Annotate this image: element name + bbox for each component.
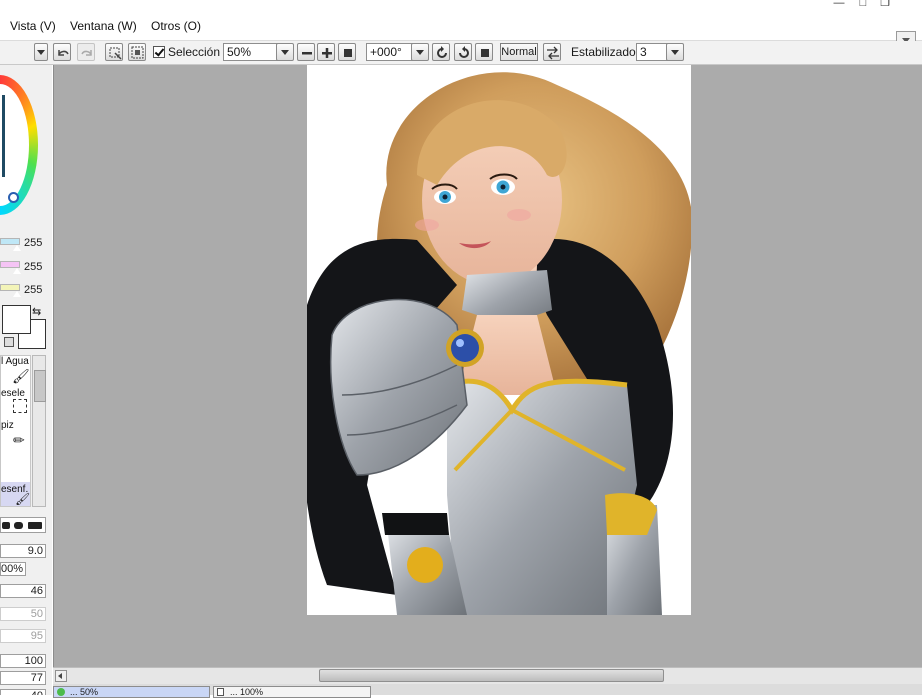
brush-shape-selector[interactable] bbox=[0, 517, 46, 533]
rotate-right-icon bbox=[459, 46, 469, 58]
tool-list-scrollbar[interactable] bbox=[32, 355, 46, 507]
blend-mode-button[interactable]: Normal bbox=[500, 43, 538, 61]
color-wheel[interactable] bbox=[0, 75, 38, 215]
zoom-reset-icon bbox=[344, 49, 352, 57]
horizontal-scroll-thumb[interactable] bbox=[319, 669, 664, 682]
chevron-down-icon bbox=[281, 50, 289, 55]
deselect-button[interactable] bbox=[105, 43, 123, 61]
color-slider-1-value: 255 bbox=[24, 237, 43, 249]
tool-desenfocar-selected[interactable]: esenf. 🖌 bbox=[1, 482, 30, 506]
flip-button[interactable] bbox=[543, 43, 561, 61]
brush-shapes-icon bbox=[2, 522, 42, 529]
color-slider-3-value: 255 bbox=[24, 284, 43, 296]
rotate-reset-icon bbox=[481, 49, 489, 57]
chevron-left-icon bbox=[58, 673, 62, 679]
zoom-field[interactable]: 50% bbox=[223, 43, 280, 61]
color-slider-1[interactable] bbox=[0, 238, 20, 245]
zoom-reset-button[interactable] bbox=[338, 43, 356, 61]
chevron-down-icon bbox=[671, 50, 679, 55]
selection-eraser-icon bbox=[13, 399, 27, 413]
tool-lapiz[interactable]: piz bbox=[1, 420, 14, 431]
tool-acuarela[interactable]: l Agua bbox=[1, 356, 29, 367]
restore-icon[interactable]: ❐ bbox=[878, 0, 892, 9]
pencil-icon: ✏ bbox=[13, 432, 25, 448]
rotate-right-button[interactable] bbox=[454, 43, 472, 61]
document-tab-1[interactable]: ... 50% bbox=[53, 686, 210, 698]
brush-value-1[interactable]: 46 bbox=[0, 584, 46, 598]
color-slider-3[interactable] bbox=[0, 284, 20, 291]
invert-selection-button[interactable] bbox=[128, 43, 146, 61]
redo-icon bbox=[81, 50, 92, 56]
scroll-left-button[interactable] bbox=[55, 670, 67, 682]
menu-bar: Vista (V) Ventana (W) Otros (O) bbox=[0, 14, 922, 50]
stabilizer-field[interactable]: 3 bbox=[636, 43, 670, 61]
brush-value-4[interactable]: 100 bbox=[0, 654, 46, 668]
brush-icon: 🖌 bbox=[12, 368, 30, 384]
stabilizer-label: Estabilizador bbox=[571, 45, 640, 59]
maximize-icon[interactable]: □ bbox=[856, 0, 870, 9]
invert-selection-icon bbox=[131, 46, 144, 59]
rotate-reset-button[interactable] bbox=[475, 43, 493, 61]
zoom-out-button[interactable] bbox=[297, 43, 315, 61]
canvas-artwork[interactable] bbox=[307, 65, 691, 615]
undo-button[interactable] bbox=[53, 43, 71, 61]
brush-density-field[interactable]: 00% bbox=[0, 562, 26, 576]
deselect-icon bbox=[109, 47, 122, 60]
hue-marker[interactable] bbox=[8, 192, 19, 203]
document-tab-2[interactable]: ... 100% bbox=[213, 686, 371, 698]
rotation-field[interactable]: +000° bbox=[366, 43, 414, 61]
chevron-down-icon bbox=[37, 50, 45, 55]
chevron-down-icon bbox=[416, 50, 424, 55]
toolbar: Selección 50% +000° Normal Estabilizador… bbox=[0, 41, 922, 65]
slider-marker bbox=[13, 268, 21, 274]
zoom-dropdown[interactable] bbox=[276, 43, 294, 61]
flip-icon bbox=[547, 46, 559, 60]
saturation-bar bbox=[2, 95, 5, 177]
tool-list: l Agua 🖌 esele piz ✏ esenf. 🖌 bbox=[0, 355, 31, 507]
rotation-dropdown[interactable] bbox=[411, 43, 429, 61]
document-tab-2-label: ... 100% bbox=[230, 687, 264, 697]
menu-vista[interactable]: Vista (V) bbox=[10, 19, 56, 33]
artwork-illustration bbox=[307, 72, 691, 615]
undo-icon bbox=[58, 50, 69, 56]
selection-checkbox[interactable] bbox=[153, 46, 165, 58]
slider-marker bbox=[13, 291, 21, 297]
color-slider-2-value: 255 bbox=[24, 261, 43, 273]
reset-colors-icon[interactable] bbox=[4, 337, 14, 347]
redo-button[interactable] bbox=[77, 43, 95, 61]
menu-otros[interactable]: Otros (O) bbox=[151, 19, 201, 33]
document-tab-1-label: ... 50% bbox=[70, 687, 99, 697]
toolbar-dropdown-button[interactable] bbox=[34, 43, 48, 61]
menu-ventana[interactable]: Ventana (W) bbox=[70, 19, 137, 33]
rotate-left-icon bbox=[437, 46, 447, 58]
zoom-in-button[interactable] bbox=[317, 43, 335, 61]
minimize-icon[interactable]: — bbox=[832, 0, 846, 9]
zoom-out-icon bbox=[302, 52, 312, 55]
tool-list-scroll-thumb[interactable] bbox=[34, 370, 46, 402]
blur-brush-icon: 🖌 bbox=[15, 492, 31, 506]
tool-deseleccionar[interactable]: esele bbox=[1, 388, 25, 399]
brush-value-3[interactable]: 95 bbox=[0, 629, 46, 643]
color-slider-2[interactable] bbox=[0, 261, 20, 268]
brush-value-6[interactable]: 40 bbox=[0, 689, 46, 695]
slider-marker bbox=[13, 245, 21, 251]
brush-value-2[interactable]: 50 bbox=[0, 607, 46, 621]
foreground-color-swatch[interactable] bbox=[2, 305, 31, 334]
rotate-left-button[interactable] bbox=[432, 43, 450, 61]
selection-label: Selección bbox=[168, 45, 221, 59]
swap-colors-icon[interactable]: ⇆ bbox=[32, 305, 41, 318]
zoom-in-icon bbox=[322, 48, 332, 58]
title-bar: — □ ❐ bbox=[0, 0, 922, 14]
brush-size-field[interactable]: 9.0 bbox=[0, 544, 46, 558]
brush-value-5[interactable]: 77 bbox=[0, 671, 46, 685]
left-tool-panel: 255 255 255 ⇆ l Agua 🖌 esele piz ✏ esenf… bbox=[0, 65, 52, 695]
stabilizer-dropdown[interactable] bbox=[666, 43, 684, 61]
